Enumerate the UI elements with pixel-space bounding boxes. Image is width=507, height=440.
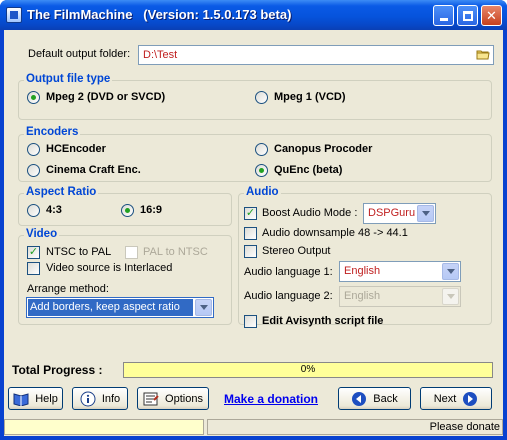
- pal-to-ntsc-checkbox[interactable]: [125, 246, 138, 259]
- app-icon[interactable]: [6, 7, 22, 23]
- output-type-title: Output file type: [24, 73, 113, 85]
- canopus-label[interactable]: Canopus Procoder: [274, 143, 372, 155]
- canopus-radio[interactable]: [255, 143, 268, 156]
- back-arrow-icon: [351, 391, 367, 407]
- avisynth-checkbox[interactable]: [244, 315, 257, 328]
- aspect-16-9-radio[interactable]: [121, 204, 134, 217]
- quenc-label[interactable]: QuEnc (beta): [274, 164, 342, 176]
- chevron-down-icon[interactable]: [417, 205, 434, 222]
- arrange-method-label: Arrange method:: [27, 283, 109, 295]
- boost-audio-label[interactable]: Boost Audio Mode :: [262, 207, 357, 219]
- chevron-down-icon[interactable]: [442, 263, 459, 280]
- options-button[interactable]: Options: [137, 387, 209, 410]
- audio-language-2-select[interactable]: English: [339, 286, 461, 307]
- downsample-label[interactable]: Audio downsample 48 -> 44.1: [262, 227, 408, 239]
- next-arrow-icon: [462, 391, 478, 407]
- total-progress-bar: 0%: [123, 362, 493, 378]
- cinemacraft-label[interactable]: Cinema Craft Enc.: [46, 164, 141, 176]
- downsample-checkbox[interactable]: [244, 227, 257, 240]
- total-progress-text: 0%: [300, 364, 316, 375]
- boost-audio-value: DSPGuru: [368, 207, 416, 219]
- mpeg2-label[interactable]: Mpeg 2 (DVD or SVCD): [46, 91, 165, 103]
- audio-title: Audio: [244, 186, 281, 198]
- encoders-title: Encoders: [24, 126, 81, 138]
- audio-language-1-label: Audio language 1:: [244, 266, 333, 278]
- maximize-button[interactable]: [457, 5, 478, 26]
- boost-audio-select[interactable]: DSPGuru: [363, 203, 436, 224]
- pal-to-ntsc-label[interactable]: PAL to NTSC: [143, 246, 208, 258]
- status-bar: Please donate: [4, 418, 503, 436]
- audio-language-1-select[interactable]: English: [339, 261, 461, 282]
- back-button[interactable]: Back: [338, 387, 411, 410]
- aspect-title: Aspect Ratio: [24, 186, 99, 198]
- info-icon: [80, 391, 96, 407]
- donation-link[interactable]: Make a donation: [224, 392, 318, 406]
- aspect-4-3-label[interactable]: 4:3: [46, 204, 62, 216]
- status-panel-right: Please donate: [207, 419, 503, 435]
- audio-language-2-label: Audio language 2:: [244, 290, 333, 302]
- audio-language-1-value: English: [344, 265, 381, 277]
- aspect-16-9-label[interactable]: 16:9: [140, 204, 162, 216]
- help-book-icon: [13, 392, 29, 406]
- hcencoder-radio[interactable]: [27, 143, 40, 156]
- next-button[interactable]: Next: [420, 387, 492, 410]
- cinemacraft-radio[interactable]: [27, 164, 40, 177]
- chevron-down-icon[interactable]: [195, 299, 212, 316]
- help-button[interactable]: Help: [8, 387, 63, 410]
- help-button-label: Help: [35, 392, 58, 405]
- interlaced-checkbox[interactable]: [27, 262, 40, 275]
- mpeg1-radio[interactable]: [255, 91, 268, 104]
- info-button-label: Info: [101, 392, 121, 405]
- arrange-method-value: Add borders, keep aspect ratio: [30, 301, 180, 313]
- ntsc-to-pal-checkbox[interactable]: ✓: [27, 246, 40, 259]
- minimize-button[interactable]: [433, 5, 454, 26]
- stereo-output-checkbox[interactable]: [244, 245, 257, 258]
- chevron-down-icon[interactable]: [442, 288, 459, 305]
- aspect-4-3-radio[interactable]: [27, 204, 40, 217]
- status-text: Please donate: [429, 421, 500, 433]
- boost-audio-checkbox[interactable]: ✓: [244, 207, 257, 220]
- folder-icon[interactable]: [476, 48, 490, 61]
- hcencoder-label[interactable]: HCEncoder: [46, 143, 106, 155]
- title-bar[interactable]: The FilmMachine (Version: 1.5.0.173 beta…: [0, 0, 507, 30]
- ntsc-to-pal-label[interactable]: NTSC to PAL: [46, 246, 111, 258]
- mpeg1-label[interactable]: Mpeg 1 (VCD): [274, 91, 346, 103]
- video-title: Video: [24, 228, 60, 240]
- options-button-label: Options: [165, 392, 203, 405]
- avisynth-label[interactable]: Edit Avisynth script file: [262, 315, 383, 327]
- output-folder-label: Default output folder:: [28, 48, 131, 60]
- status-panel-left: [4, 419, 204, 435]
- audio-language-2-value: English: [344, 290, 381, 302]
- close-button[interactable]: ✕: [481, 5, 502, 26]
- minimize-icon: [439, 18, 448, 21]
- interlaced-label[interactable]: Video source is Interlaced: [46, 262, 172, 274]
- info-button[interactable]: Info: [72, 387, 128, 410]
- main-window: The FilmMachine (Version: 1.5.0.173 beta…: [0, 0, 507, 440]
- total-progress-label: Total Progress :: [12, 363, 103, 377]
- form-body: Default output folder: D:\Test Output fi…: [4, 30, 503, 436]
- options-icon: [143, 391, 159, 407]
- next-button-label: Next: [433, 392, 457, 405]
- quenc-radio[interactable]: [255, 164, 268, 177]
- window-title: The FilmMachine (Version: 1.5.0.173 beta…: [27, 7, 292, 22]
- stereo-output-label[interactable]: Stereo Output: [262, 245, 331, 257]
- maximize-icon: [462, 10, 473, 21]
- back-button-label: Back: [373, 392, 398, 405]
- output-folder-value: D:\Test: [143, 49, 178, 61]
- output-folder-input[interactable]: D:\Test: [138, 45, 494, 65]
- mpeg2-radio[interactable]: [27, 91, 40, 104]
- close-icon: ✕: [486, 8, 497, 23]
- arrange-method-select[interactable]: Add borders, keep aspect ratio: [26, 297, 214, 318]
